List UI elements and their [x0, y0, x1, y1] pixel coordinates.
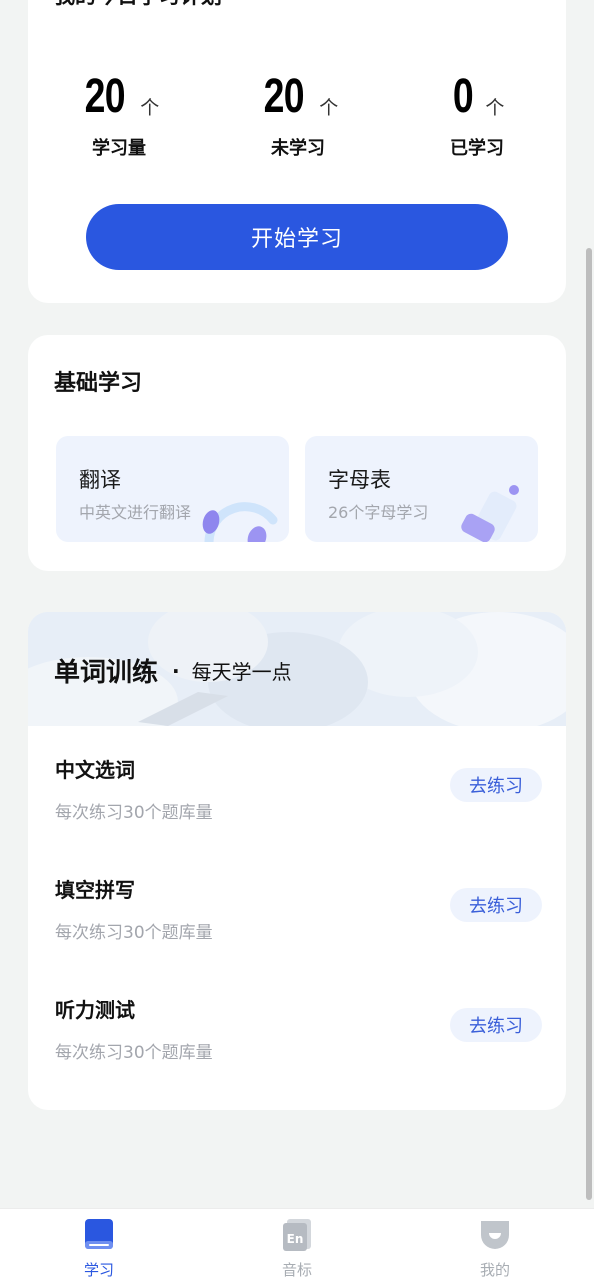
item-name: 填空拼写	[55, 878, 135, 902]
stat-value: 20	[84, 70, 125, 123]
stat-label: 未学习	[271, 138, 325, 159]
practice-button[interactable]: 去练习	[450, 768, 542, 802]
item-name: 中文选词	[55, 758, 135, 782]
stat-not-learned: 20 个 未学习	[238, 66, 358, 160]
stat-learned: 0 个 已学习	[417, 66, 537, 160]
item-name: 听力测试	[55, 998, 135, 1022]
stat-study-amount: 20 个 学习量	[59, 66, 179, 160]
item-desc: 每次练习30个题库量	[55, 1043, 213, 1063]
tile-desc: 中英文进行翻译	[79, 503, 192, 522]
alphabet-tile[interactable]: 字母表 26个字母学习	[305, 436, 538, 542]
stat-value: 20	[263, 70, 304, 123]
plan-title: 我的今日学习计划	[54, 0, 222, 10]
stat-unit: 个	[319, 97, 339, 119]
list-item-chinese-word-choice: 中文选词 每次练习30个题库量 去练习	[28, 754, 566, 854]
basic-learning-card: 基础学习 翻译 中英文进行翻译 字母表 26个字母学习	[28, 335, 566, 571]
practice-button[interactable]: 去练习	[450, 1008, 542, 1042]
word-training-heading: 单词训练 · 每天学一点	[54, 652, 292, 689]
alphabet-block-icon	[461, 485, 519, 542]
word-training-card: 单词训练 · 每天学一点 中文选词 每次练习30个题库量 去练习 填空拼写 每次…	[28, 612, 566, 1110]
word-training-banner: 单词训练 · 每天学一点	[28, 612, 566, 726]
bottom-tab-bar: 学习 En 音标 我的	[0, 1208, 594, 1281]
word-training-subtitle: 每天学一点	[191, 660, 292, 684]
stat-label: 已学习	[450, 138, 504, 159]
list-item-fill-spelling: 填空拼写 每次练习30个题库量 去练习	[28, 874, 566, 974]
tile-name: 翻译	[79, 468, 121, 492]
tab-label: 学习	[83, 1261, 114, 1279]
svg-text:En: En	[287, 1232, 304, 1246]
en-card-icon: En	[283, 1219, 311, 1251]
book-icon	[85, 1219, 113, 1249]
tab-label: 我的	[479, 1261, 510, 1279]
tile-name: 字母表	[328, 468, 391, 492]
word-training-title: 单词训练	[54, 658, 159, 688]
stat-unit: 个	[485, 97, 505, 119]
separator-dot: ·	[172, 658, 180, 683]
stat-value: 0	[452, 70, 473, 123]
practice-button[interactable]: 去练习	[450, 888, 542, 922]
tab-study[interactable]: 学习	[39, 1209, 159, 1281]
stat-label: 学习量	[92, 138, 146, 159]
basic-learning-title: 基础学习	[54, 371, 143, 396]
daily-plan-card: 我的今日学习计划 20 个 学习量 20 个 未学习 0 个 已学习 开始学习	[28, 0, 566, 303]
user-shield-icon	[481, 1221, 509, 1249]
tile-desc: 26个字母学习	[328, 503, 429, 522]
item-desc: 每次练习30个题库量	[55, 923, 213, 943]
tab-label: 音标	[281, 1261, 312, 1279]
tab-mine[interactable]: 我的	[435, 1209, 555, 1281]
item-desc: 每次练习30个题库量	[55, 803, 213, 823]
translate-tile[interactable]: 翻译 中英文进行翻译	[56, 436, 289, 542]
start-study-button[interactable]: 开始学习	[86, 204, 508, 270]
tab-phonetic[interactable]: En 音标	[237, 1209, 357, 1281]
headphones-icon	[202, 502, 278, 542]
list-item-listening-test: 听力测试 每次练习30个题库量 去练习	[28, 994, 566, 1094]
scrollbar[interactable]	[586, 248, 592, 1200]
stat-unit: 个	[140, 97, 160, 119]
